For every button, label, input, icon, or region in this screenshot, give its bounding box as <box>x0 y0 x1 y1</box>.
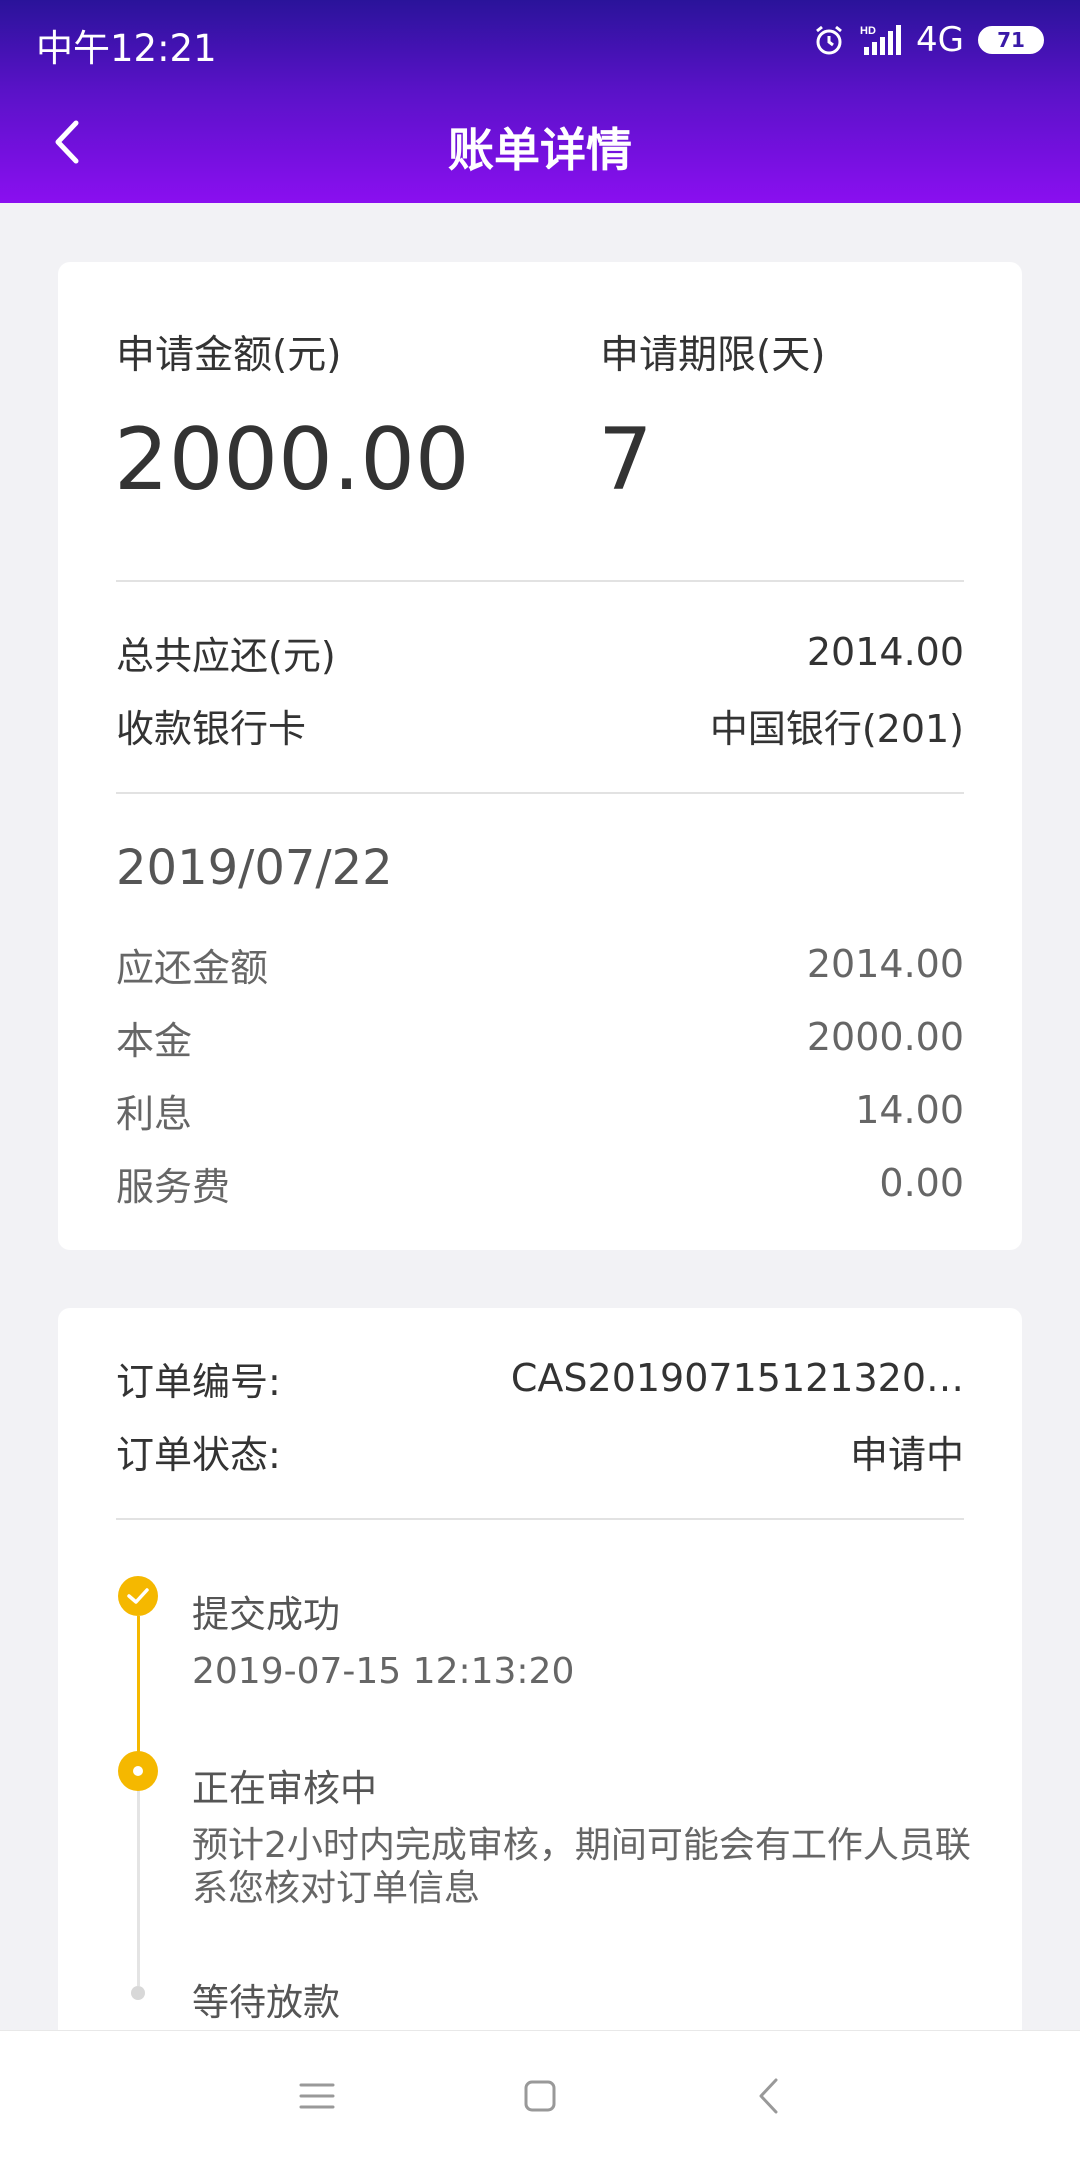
total-repay-row: 总共应还(元) 2014.00 <box>116 622 964 682</box>
pending-dot-icon <box>131 1986 145 2000</box>
repay-item-row: 服务费 0.00 <box>116 1153 964 1213</box>
home-icon <box>524 2080 556 2112</box>
term-label: 申请期限(天) <box>600 333 826 378</box>
bill-summary-card: 申请金额(元) 申请期限(天) 2000.00 7 总共应还(元) 2014.0… <box>58 262 1022 1250</box>
repay-item-value: 14.00 <box>855 1088 964 1132</box>
term-value: 7 <box>598 410 653 510</box>
repay-item-row: 应还金额 2014.00 <box>116 934 964 994</box>
total-repay-label: 总共应还(元) <box>116 633 336 678</box>
repay-item-label: 本金 <box>116 1018 193 1063</box>
repay-item-label: 利息 <box>116 1091 193 1136</box>
timeline-step-title: 提交成功 <box>192 1593 340 1636</box>
back-icon <box>759 2078 778 2114</box>
order-number-value: CAS20190715121320… <box>510 1356 964 1400</box>
hd-signal-icon: HD <box>860 23 902 57</box>
total-repay-value: 2014.00 <box>806 630 964 674</box>
repay-item-row: 本金 2000.00 <box>116 1007 964 1067</box>
amount-value: 2000.00 <box>114 410 470 510</box>
status-icons: HD 4G 71 <box>812 18 1044 62</box>
repay-item-value: 0.00 <box>879 1161 964 1205</box>
home-button[interactable] <box>480 2031 600 2161</box>
menu-button[interactable] <box>257 2031 377 2161</box>
bank-card-label: 收款银行卡 <box>116 706 307 751</box>
divider <box>116 1518 964 1520</box>
repay-item-value: 2000.00 <box>806 1015 964 1059</box>
status-bar: 中午12:21 HD 4G 71 <box>0 0 1080 80</box>
menu-icon <box>299 2083 335 2109</box>
amount-label: 申请金额(元) <box>116 333 342 378</box>
battery-icon: 71 <box>978 26 1044 54</box>
order-status-label: 订单状态: <box>116 1432 281 1477</box>
order-number-label: 订单编号: <box>116 1359 281 1404</box>
divider <box>116 580 964 582</box>
nav-bar: 账单详情 <box>0 80 1080 203</box>
alarm-icon <box>812 23 846 57</box>
status-time: 中午12:21 <box>36 27 217 70</box>
repay-date: 2019/07/22 <box>116 840 393 896</box>
svg-text:HD: HD <box>860 25 876 37</box>
repay-item-label: 服务费 <box>116 1164 231 1209</box>
app-header: 中午12:21 HD 4G 71 账单详情 <box>0 0 1080 203</box>
network-type: 4G <box>916 20 964 60</box>
order-card: 订单编号: CAS20190715121320… 订单状态: 申请中 提交成功 … <box>58 1308 1022 2108</box>
system-back-button[interactable] <box>708 2031 828 2161</box>
check-icon <box>118 1576 158 1616</box>
page-title: 账单详情 <box>448 123 632 177</box>
timeline-line-pending <box>137 1786 140 1986</box>
divider <box>116 792 964 794</box>
timeline-step-detail: 2019-07-15 12:13:20 <box>192 1651 575 1692</box>
order-status-value: 申请中 <box>849 1432 964 1477</box>
bank-card-row: 收款银行卡 中国银行(201) <box>116 695 964 755</box>
bank-card-value: 中国银行(201) <box>709 706 964 751</box>
timeline-step-title: 等待放款 <box>192 1981 340 2024</box>
active-dot-icon <box>118 1751 158 1791</box>
timeline-step-title: 正在审核中 <box>192 1767 377 1810</box>
repay-item-label: 应还金额 <box>116 945 269 990</box>
battery-level: 71 <box>997 28 1025 52</box>
repay-item-row: 利息 14.00 <box>116 1080 964 1140</box>
order-number-row: 订单编号: CAS20190715121320… <box>116 1348 964 1408</box>
order-status-row: 订单状态: 申请中 <box>116 1421 964 1481</box>
timeline-step-detail: 预计2小时内完成审核，期间可能会有工作人员联系您核对订单信息 <box>192 1825 971 1909</box>
repay-item-value: 2014.00 <box>806 942 964 986</box>
system-nav-bar <box>0 2030 1080 2161</box>
